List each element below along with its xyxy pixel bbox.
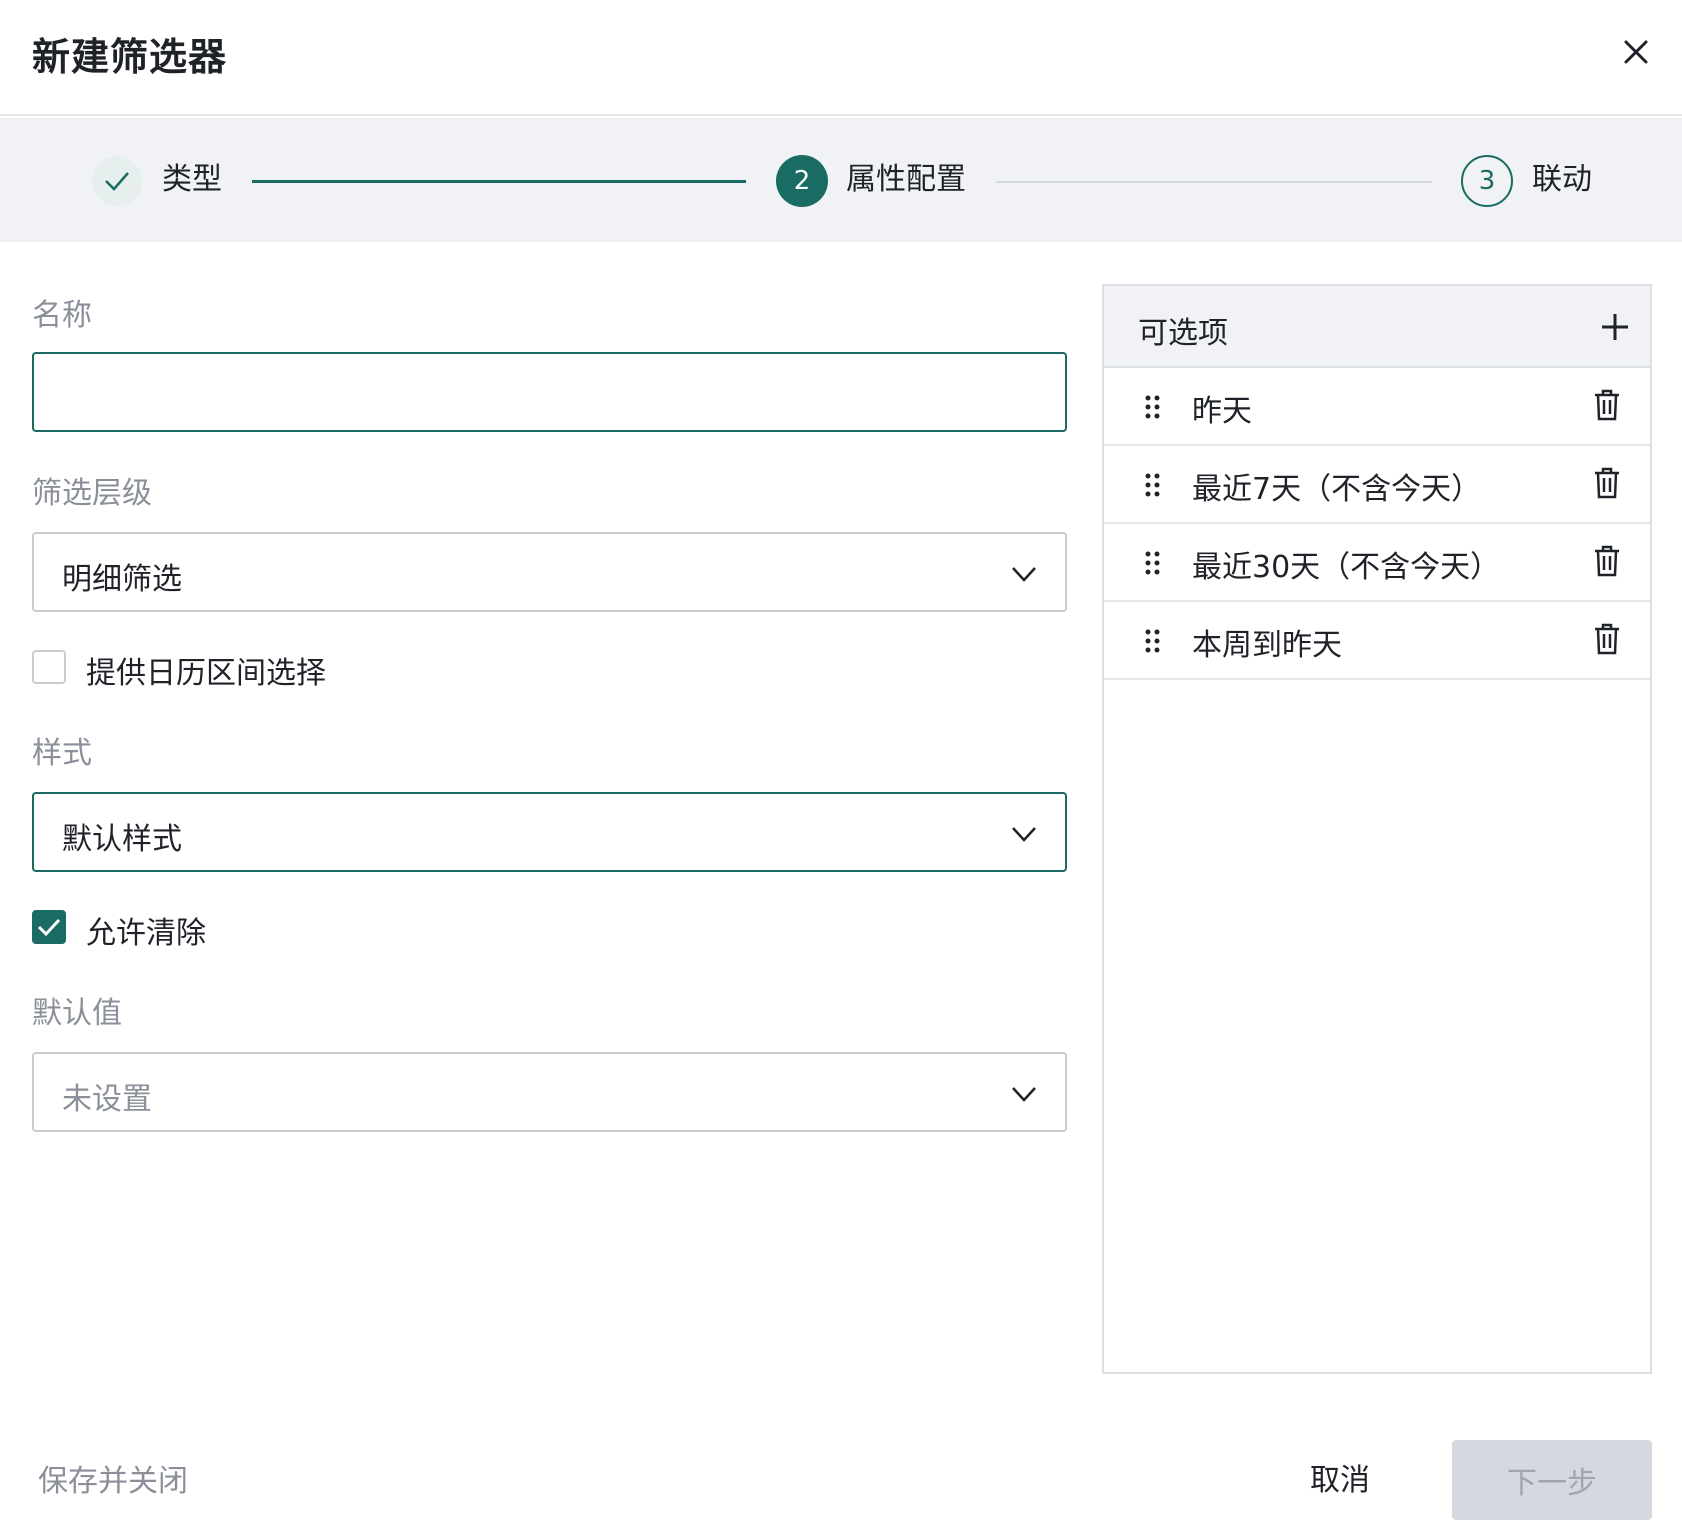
drag-handle-icon[interactable] [1144,628,1162,654]
step-3-number: 3 [1461,155,1513,207]
default-value-value: 未设置 [62,1082,152,1117]
option-label: 最近30天（不含今天） [1192,550,1501,585]
style-value: 默认样式 [62,822,182,857]
step-connector-pending [996,181,1432,183]
step-connector-done [252,180,746,183]
trash-icon[interactable] [1592,544,1622,578]
step-2-number: 2 [776,155,828,207]
calendar-range-label: 提供日历区间选择 [86,656,326,691]
step-indicator: 类型 2 属性配置 3 联动 [0,118,1682,242]
options-title: 可选项 [1138,316,1228,351]
option-item: 最近7天（不含今天） [1104,446,1650,524]
chevron-down-icon [1009,558,1039,588]
name-input[interactable] [32,352,1067,432]
allow-clear-label: 允许清除 [86,916,206,951]
dialog-header: 新建筛选器 [0,0,1682,116]
option-label: 昨天 [1192,394,1252,429]
options-header: 可选项 [1104,286,1650,368]
step-done-check-icon [92,156,142,206]
next-step-button[interactable]: 下一步 [1452,1440,1652,1520]
chevron-down-icon [1009,1078,1039,1108]
filter-level-value: 明细筛选 [62,562,182,597]
step-property-config-label: 属性配置 [846,162,966,197]
save-and-close-button[interactable]: 保存并关闭 [38,1456,188,1500]
cancel-button[interactable]: 取消 [1294,1440,1386,1514]
option-item: 最近30天（不含今天） [1104,524,1650,602]
filter-level-label: 筛选层级 [32,476,152,511]
options-panel: 可选项 昨天 最近7天（不含今天） 最近30天（不含今天） 本周到昨天 [1102,284,1652,1374]
trash-icon[interactable] [1592,388,1622,422]
default-value-label: 默认值 [32,996,122,1031]
drag-handle-icon[interactable] [1144,394,1162,420]
option-label: 本周到昨天 [1192,628,1342,663]
option-item: 昨天 [1104,368,1650,446]
option-label: 最近7天（不含今天） [1192,472,1482,507]
plus-icon[interactable] [1598,310,1632,344]
style-label: 样式 [32,736,92,771]
step-type-label: 类型 [162,162,222,197]
style-select[interactable]: 默认样式 [32,792,1067,872]
option-item: 本周到昨天 [1104,602,1650,680]
new-filter-dialog: 新建筛选器 类型 2 属性配置 3 联动 名称 筛选层级 明细筛选 提供日历区间… [0,0,1682,1534]
filter-level-select[interactable]: 明细筛选 [32,532,1067,612]
chevron-down-icon [1009,818,1039,848]
drag-handle-icon[interactable] [1144,550,1162,576]
step-linkage-label: 联动 [1532,162,1592,197]
trash-icon[interactable] [1592,466,1622,500]
calendar-range-checkbox[interactable] [32,650,66,684]
default-value-select[interactable]: 未设置 [32,1052,1067,1132]
drag-handle-icon[interactable] [1144,472,1162,498]
trash-icon[interactable] [1592,622,1622,656]
close-icon[interactable] [1616,32,1656,72]
allow-clear-checkbox[interactable] [32,910,66,944]
name-label: 名称 [32,298,92,333]
dialog-title: 新建筛选器 [32,35,228,79]
